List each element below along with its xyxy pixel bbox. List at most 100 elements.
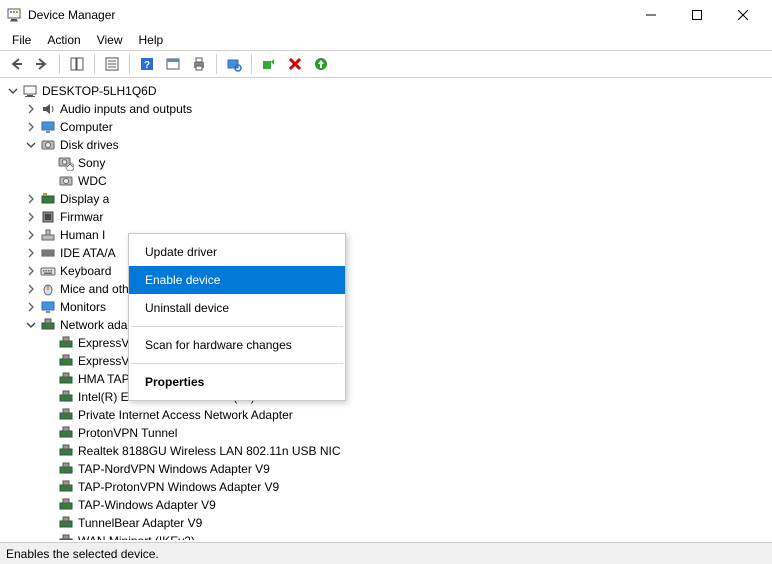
scan-hardware-button[interactable]	[222, 52, 246, 76]
tree-device-network-adapter[interactable]: ExpressVPN TAP Adapter	[4, 334, 772, 352]
tree-category-monitors[interactable]: Monitors	[4, 298, 772, 316]
network-icon	[40, 317, 56, 333]
tree-device-network-adapter[interactable]: Intel(R) Ethernet Connection (12) I219-V	[4, 388, 772, 406]
forward-button[interactable]	[30, 52, 54, 76]
network-icon	[58, 335, 74, 351]
firmware-icon	[40, 209, 56, 225]
svg-text:?: ?	[144, 60, 150, 71]
tree-device-wdc[interactable]: WDC	[4, 172, 772, 190]
chevron-down-icon[interactable]	[24, 138, 38, 152]
tree-category-disk-drives[interactable]: Disk drives	[4, 136, 772, 154]
tree-device-network-adapter[interactable]: ProtonVPN Tunnel	[4, 424, 772, 442]
enable-button[interactable]	[257, 52, 281, 76]
tree-device-sony[interactable]: Sony	[4, 154, 772, 172]
menu-help[interactable]: Help	[131, 31, 172, 49]
tree-device-network-adapter[interactable]: TunnelBear Adapter V9	[4, 514, 772, 532]
chevron-right-icon[interactable]	[24, 282, 38, 296]
chevron-down-icon[interactable]	[24, 318, 38, 332]
network-icon	[58, 497, 74, 513]
tree-category-ide[interactable]: IDE ATA/A	[4, 244, 772, 262]
tree-category-display[interactable]: Display a	[4, 190, 772, 208]
tree-label: TAP-NordVPN Windows Adapter V9	[78, 460, 270, 478]
ctx-enable-device[interactable]: Enable device	[129, 266, 345, 294]
tree-category-computer[interactable]: Computer	[4, 118, 772, 136]
tree-label: Display a	[60, 190, 109, 208]
window-title: Device Manager	[28, 8, 115, 22]
tree-label: Monitors	[60, 298, 106, 316]
ctx-scan-hardware[interactable]: Scan for hardware changes	[129, 331, 345, 359]
ctx-properties[interactable]: Properties	[129, 368, 345, 396]
display-adapter-icon	[40, 191, 56, 207]
tree-category-mice[interactable]: Mice and other pointing devices	[4, 280, 772, 298]
tree-label: Human I	[60, 226, 105, 244]
print-button[interactable]	[187, 52, 211, 76]
network-icon	[58, 407, 74, 423]
minimize-button[interactable]	[628, 0, 674, 30]
tree-root[interactable]: DESKTOP-5LH1Q6D	[4, 82, 772, 100]
tree-device-network-adapter[interactable]: HMA TAP-Windows Adapter V9	[4, 370, 772, 388]
ctx-separator	[131, 363, 343, 364]
disk-disabled-icon	[58, 155, 74, 171]
statusbar: Enables the selected device.	[0, 542, 772, 564]
tree-device-network-adapter[interactable]: TAP-ProtonVPN Windows Adapter V9	[4, 478, 772, 496]
network-icon	[58, 515, 74, 531]
ctx-separator	[131, 326, 343, 327]
back-button[interactable]	[4, 52, 28, 76]
chevron-down-icon[interactable]	[6, 84, 20, 98]
ide-icon	[40, 245, 56, 261]
tree-label: Sony	[78, 154, 105, 172]
tree-device-network-adapter[interactable]: ExpressVPN TUN Driver	[4, 352, 772, 370]
tree-label: TAP-ProtonVPN Windows Adapter V9	[78, 478, 279, 496]
tree-device-network-adapter[interactable]: Realtek 8188GU Wireless LAN 802.11n USB …	[4, 442, 772, 460]
tree-label: DESKTOP-5LH1Q6D	[42, 82, 157, 100]
chevron-right-icon[interactable]	[24, 120, 38, 134]
tree-category-hid[interactable]: Human I	[4, 226, 772, 244]
show-hide-button[interactable]	[65, 52, 89, 76]
app-icon	[6, 7, 22, 23]
tree-label: TAP-Windows Adapter V9	[78, 496, 216, 514]
menu-file[interactable]: File	[4, 31, 39, 49]
tree-device-network-adapter[interactable]: TAP-NordVPN Windows Adapter V9	[4, 460, 772, 478]
close-button[interactable]	[720, 0, 766, 30]
network-icon	[58, 461, 74, 477]
tree-label: ProtonVPN Tunnel	[78, 424, 177, 442]
tree-label: WDC	[78, 172, 107, 190]
update-driver-button[interactable]	[309, 52, 333, 76]
tree-category-firmware[interactable]: Firmwar	[4, 208, 772, 226]
monitor-icon	[40, 119, 56, 135]
network-icon	[58, 353, 74, 369]
chevron-right-icon[interactable]	[24, 102, 38, 116]
tree-label: WAN Miniport (IKEv2)	[78, 532, 195, 540]
tree-category-keyboard[interactable]: Keyboard	[4, 262, 772, 280]
action-button[interactable]	[161, 52, 185, 76]
tree-device-network-adapter[interactable]: TAP-Windows Adapter V9	[4, 496, 772, 514]
tree-label: Firmwar	[60, 208, 103, 226]
ctx-update-driver[interactable]: Update driver	[129, 238, 345, 266]
maximize-button[interactable]	[674, 0, 720, 30]
chevron-right-icon[interactable]	[24, 246, 38, 260]
tree-device-network-adapter[interactable]: Private Internet Access Network Adapter	[4, 406, 772, 424]
chevron-right-icon[interactable]	[24, 192, 38, 206]
tree-label: Computer	[60, 118, 113, 136]
chevron-right-icon[interactable]	[24, 210, 38, 224]
tree-category-audio[interactable]: Audio inputs and outputs	[4, 100, 772, 118]
ctx-uninstall-device[interactable]: Uninstall device	[129, 294, 345, 322]
tree-device-network-adapter[interactable]: WAN Miniport (IKEv2)	[4, 532, 772, 540]
network-icon	[58, 479, 74, 495]
tree-category-network[interactable]: Network adapters	[4, 316, 772, 334]
chevron-right-icon[interactable]	[24, 300, 38, 314]
chevron-right-icon[interactable]	[24, 228, 38, 242]
uninstall-button[interactable]	[283, 52, 307, 76]
chevron-right-icon[interactable]	[24, 264, 38, 278]
status-text: Enables the selected device.	[6, 547, 159, 561]
tree-label: Private Internet Access Network Adapter	[78, 406, 293, 424]
network-icon	[58, 443, 74, 459]
tree-label: IDE ATA/A	[60, 244, 116, 262]
menu-view[interactable]: View	[89, 31, 131, 49]
menu-action[interactable]: Action	[39, 31, 88, 49]
tree-label: TunnelBear Adapter V9	[78, 514, 202, 532]
computer-icon	[22, 83, 38, 99]
help-button[interactable]: ?	[135, 52, 159, 76]
properties-button[interactable]	[100, 52, 124, 76]
device-tree[interactable]: DESKTOP-5LH1Q6D Audio inputs and outputs…	[0, 78, 772, 540]
